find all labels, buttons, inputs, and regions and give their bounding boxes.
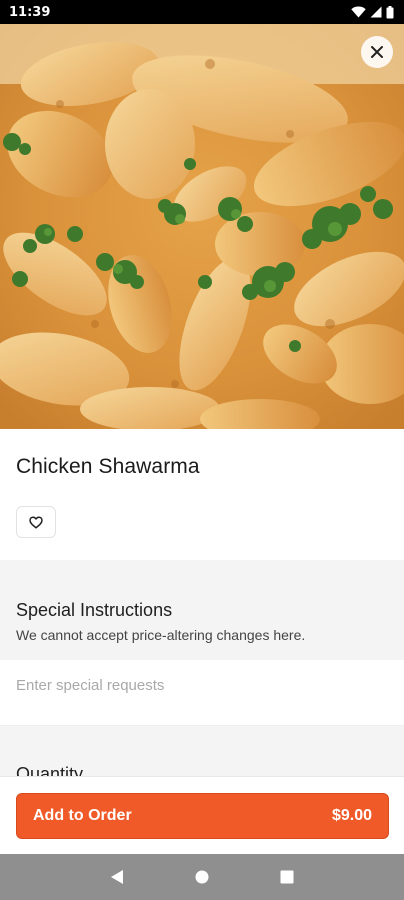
nav-recents-button[interactable] [272, 862, 302, 892]
title-section: Chicken Shawarma [0, 429, 404, 560]
back-icon [110, 870, 123, 884]
battery-icon [386, 5, 394, 18]
order-bar: Add to Order $9.00 [0, 776, 404, 854]
item-title: Chicken Shawarma [16, 455, 200, 478]
item-details: Chicken Shawarma Special Instructions We… [0, 429, 404, 776]
special-instructions-subtitle: We cannot accept price-altering changes … [16, 627, 306, 643]
wifi-icon [351, 6, 366, 18]
quantity-label: Quantity [16, 764, 84, 776]
favorite-button[interactable] [16, 506, 56, 538]
section-divider [0, 560, 404, 590]
status-bar: 11:39 [0, 0, 404, 24]
add-to-order-button[interactable]: Add to Order $9.00 [16, 793, 389, 839]
nav-home-button[interactable] [187, 862, 217, 892]
item-photo [0, 24, 404, 429]
heart-outline-icon [29, 515, 43, 529]
status-icons [351, 5, 394, 19]
close-icon [371, 46, 383, 58]
status-time: 11:39 [9, 4, 51, 20]
add-to-order-label: Add to Order [33, 807, 132, 824]
quantity-section: Quantity [0, 726, 404, 776]
home-icon [195, 870, 209, 884]
recents-icon [280, 870, 294, 884]
signal-icon [370, 6, 382, 18]
order-price: $9.00 [331, 807, 372, 824]
special-instructions-title: Special Instructions [16, 600, 173, 620]
food-image [0, 24, 404, 429]
special-instructions-header: Special Instructions We cannot accept pr… [0, 590, 404, 660]
nav-back-button[interactable] [102, 862, 132, 892]
special-requests-input[interactable] [0, 660, 404, 726]
system-nav-bar [0, 854, 404, 900]
close-button[interactable] [361, 36, 393, 68]
